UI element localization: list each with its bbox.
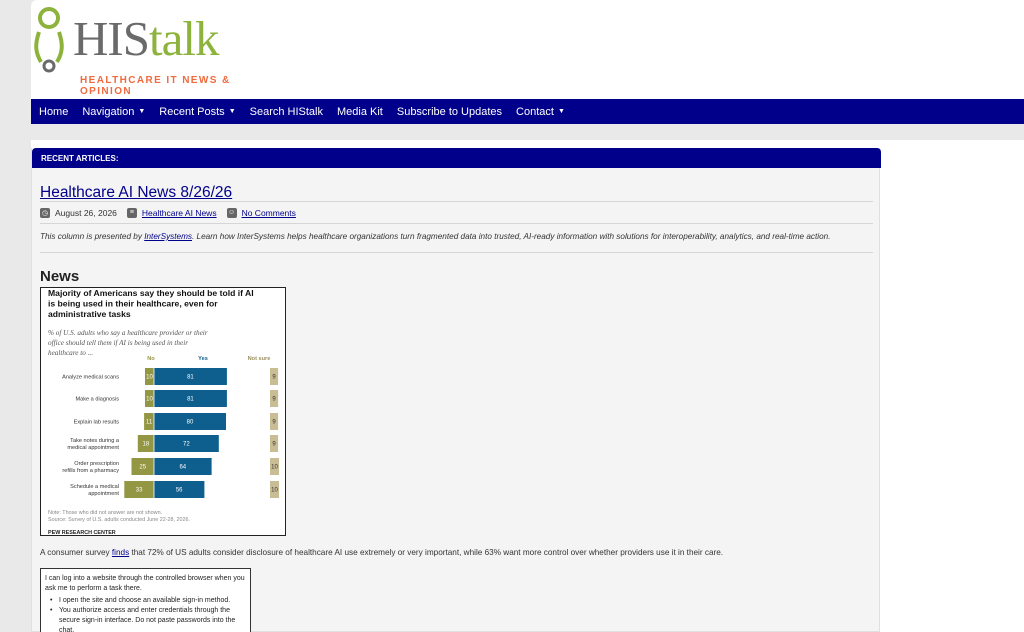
category-label: Explain lab results bbox=[74, 420, 120, 426]
site-tagline: HEALTHCARE IT NEWS & OPINION bbox=[80, 75, 231, 97]
nav-subscribe[interactable]: Subscribe to Updates bbox=[397, 106, 502, 118]
nav-label: Recent Posts bbox=[159, 105, 225, 118]
site-header: HIStalk HEALTHCARE IT NEWS & OPINION Hom… bbox=[31, 0, 1024, 124]
column-header-not-sure: Not sure bbox=[248, 356, 271, 362]
nav-home[interactable]: Home bbox=[39, 106, 68, 118]
recent-articles-panel: RECENT ARTICLES: Healthcare AI News 8/26… bbox=[31, 148, 881, 632]
survey-chart[interactable]: Majority of Americans say they should be… bbox=[40, 287, 286, 536]
survey-paragraph: A consumer survey finds that 72% of US a… bbox=[40, 548, 873, 557]
bar-label-no: 25 bbox=[139, 465, 146, 471]
bar-label-no: 18 bbox=[143, 442, 150, 448]
category-label: Take notes during a bbox=[70, 438, 120, 444]
nav-contact[interactable]: Contact ▼ bbox=[516, 106, 565, 118]
main-nav: Home Navigation ▼ Recent Posts ▼ Search HI… bbox=[31, 99, 1024, 124]
panel-header: RECENT ARTICLES: bbox=[32, 148, 881, 168]
caret-down-icon: ▼ bbox=[557, 108, 565, 115]
clock-icon: ◷ bbox=[40, 207, 50, 218]
nav-label: Search HIStalk bbox=[249, 105, 323, 118]
bar-label-not-sure: 10 bbox=[271, 465, 278, 471]
divider bbox=[40, 252, 873, 253]
sponsor-link[interactable]: InterSystems bbox=[144, 232, 192, 241]
intro-text: This column is presented by bbox=[40, 232, 145, 241]
bar-label-yes: 81 bbox=[187, 375, 194, 381]
bar-label-no: 10 bbox=[146, 375, 153, 381]
post-meta: ◷ August 26, 2026 ≡ Healthcare AI News ☺… bbox=[40, 201, 873, 224]
category-label: Analyze medical scans bbox=[62, 375, 119, 381]
chart-credit: PEW RESEARCH CENTER bbox=[48, 530, 116, 536]
caret-down-icon: ▼ bbox=[138, 108, 146, 115]
task-item: I open the site and choose an available … bbox=[45, 596, 246, 606]
bar-label-no: 11 bbox=[146, 420, 153, 426]
bar-label-no: 10 bbox=[146, 397, 153, 403]
bar-label-no: 33 bbox=[136, 488, 143, 494]
task-intro: I can log into a website through the con… bbox=[45, 575, 245, 592]
panel-heading: RECENT ARTICLES: bbox=[41, 154, 119, 163]
main-content: RECENT ARTICLES: Healthcare AI News 8/26… bbox=[31, 140, 1024, 632]
caret-down-icon: ▼ bbox=[228, 108, 236, 115]
chart-svg: Majority of Americans say they should be… bbox=[48, 288, 279, 536]
nav-label: Media Kit bbox=[337, 105, 383, 118]
survey-text: A consumer survey bbox=[40, 548, 112, 557]
post-comments[interactable]: No Comments bbox=[242, 208, 296, 218]
survey-link[interactable]: finds bbox=[112, 548, 129, 557]
bar-label-yes: 81 bbox=[187, 397, 194, 403]
chart-note: Note: Those who did not answer are not s… bbox=[48, 510, 162, 516]
survey-text: that 72% of US adults consider disclosur… bbox=[129, 548, 724, 557]
chart-title: is being used in their healthcare, even … bbox=[48, 299, 218, 309]
task-item: You authorize access and enter credentia… bbox=[45, 606, 246, 632]
nav-navigation[interactable]: Navigation ▼ bbox=[82, 106, 145, 118]
category-label: Order prescription bbox=[74, 461, 119, 467]
task-list: I open the site and choose an available … bbox=[45, 596, 246, 632]
post-date: August 26, 2026 bbox=[55, 207, 117, 218]
category-icon: ≡ bbox=[126, 207, 137, 218]
bar-label-not-sure: 10 bbox=[271, 488, 278, 494]
category-label: Schedule a medical bbox=[70, 484, 119, 490]
category-label: refills from a pharmacy bbox=[62, 468, 119, 474]
task-card: I can log into a website through the con… bbox=[40, 568, 251, 632]
post-category[interactable]: Healthcare AI News bbox=[142, 208, 217, 218]
nav-label: Home bbox=[39, 105, 69, 118]
chart-source: Source: Survey of U.S. adults conducted … bbox=[48, 517, 190, 523]
chart-title: administrative tasks bbox=[48, 309, 131, 319]
post-title[interactable]: Healthcare AI News 8/26/26 bbox=[40, 184, 232, 202]
nav-search[interactable]: Search HIStalk bbox=[250, 106, 323, 118]
category-label: Make a diagnosis bbox=[75, 397, 119, 403]
chart-subtitle: office should tell them if AI is being u… bbox=[48, 339, 188, 347]
section-heading: News bbox=[40, 268, 80, 285]
category-label: appointment bbox=[88, 491, 119, 497]
nav-recent-posts[interactable]: Recent Posts ▼ bbox=[159, 106, 235, 118]
chart-subtitle: % of U.S. adults who say a healthcare pr… bbox=[48, 329, 208, 337]
logo-wordmark: HIStalk bbox=[73, 11, 219, 66]
nav-media-kit[interactable]: Media Kit bbox=[337, 106, 383, 118]
category-label: medical appointment bbox=[67, 445, 119, 451]
bar-label-yes: 72 bbox=[183, 442, 190, 448]
comments-icon: ☺ bbox=[226, 207, 237, 218]
column-header-yes: Yes bbox=[198, 356, 208, 362]
site-logo[interactable]: HIStalk HEALTHCARE IT NEWS & OPINION bbox=[33, 4, 253, 97]
nav-label: Contact bbox=[516, 105, 554, 118]
nav-label: Navigation bbox=[82, 105, 135, 118]
chart-subtitle: healthcare to ... bbox=[48, 349, 93, 357]
column-header-no: No bbox=[147, 356, 155, 362]
nav-label: Subscribe to Updates bbox=[396, 105, 503, 118]
bar-label-yes: 56 bbox=[176, 488, 183, 494]
chart-title: Majority of Americans say they should be… bbox=[48, 288, 254, 298]
bar-label-yes: 80 bbox=[187, 420, 194, 426]
intro-text: . Learn how InterSystems helps healthcar… bbox=[192, 232, 831, 241]
sponsor-intro: This column is presented by InterSystems… bbox=[40, 232, 873, 241]
bar-label-yes: 64 bbox=[179, 465, 186, 471]
